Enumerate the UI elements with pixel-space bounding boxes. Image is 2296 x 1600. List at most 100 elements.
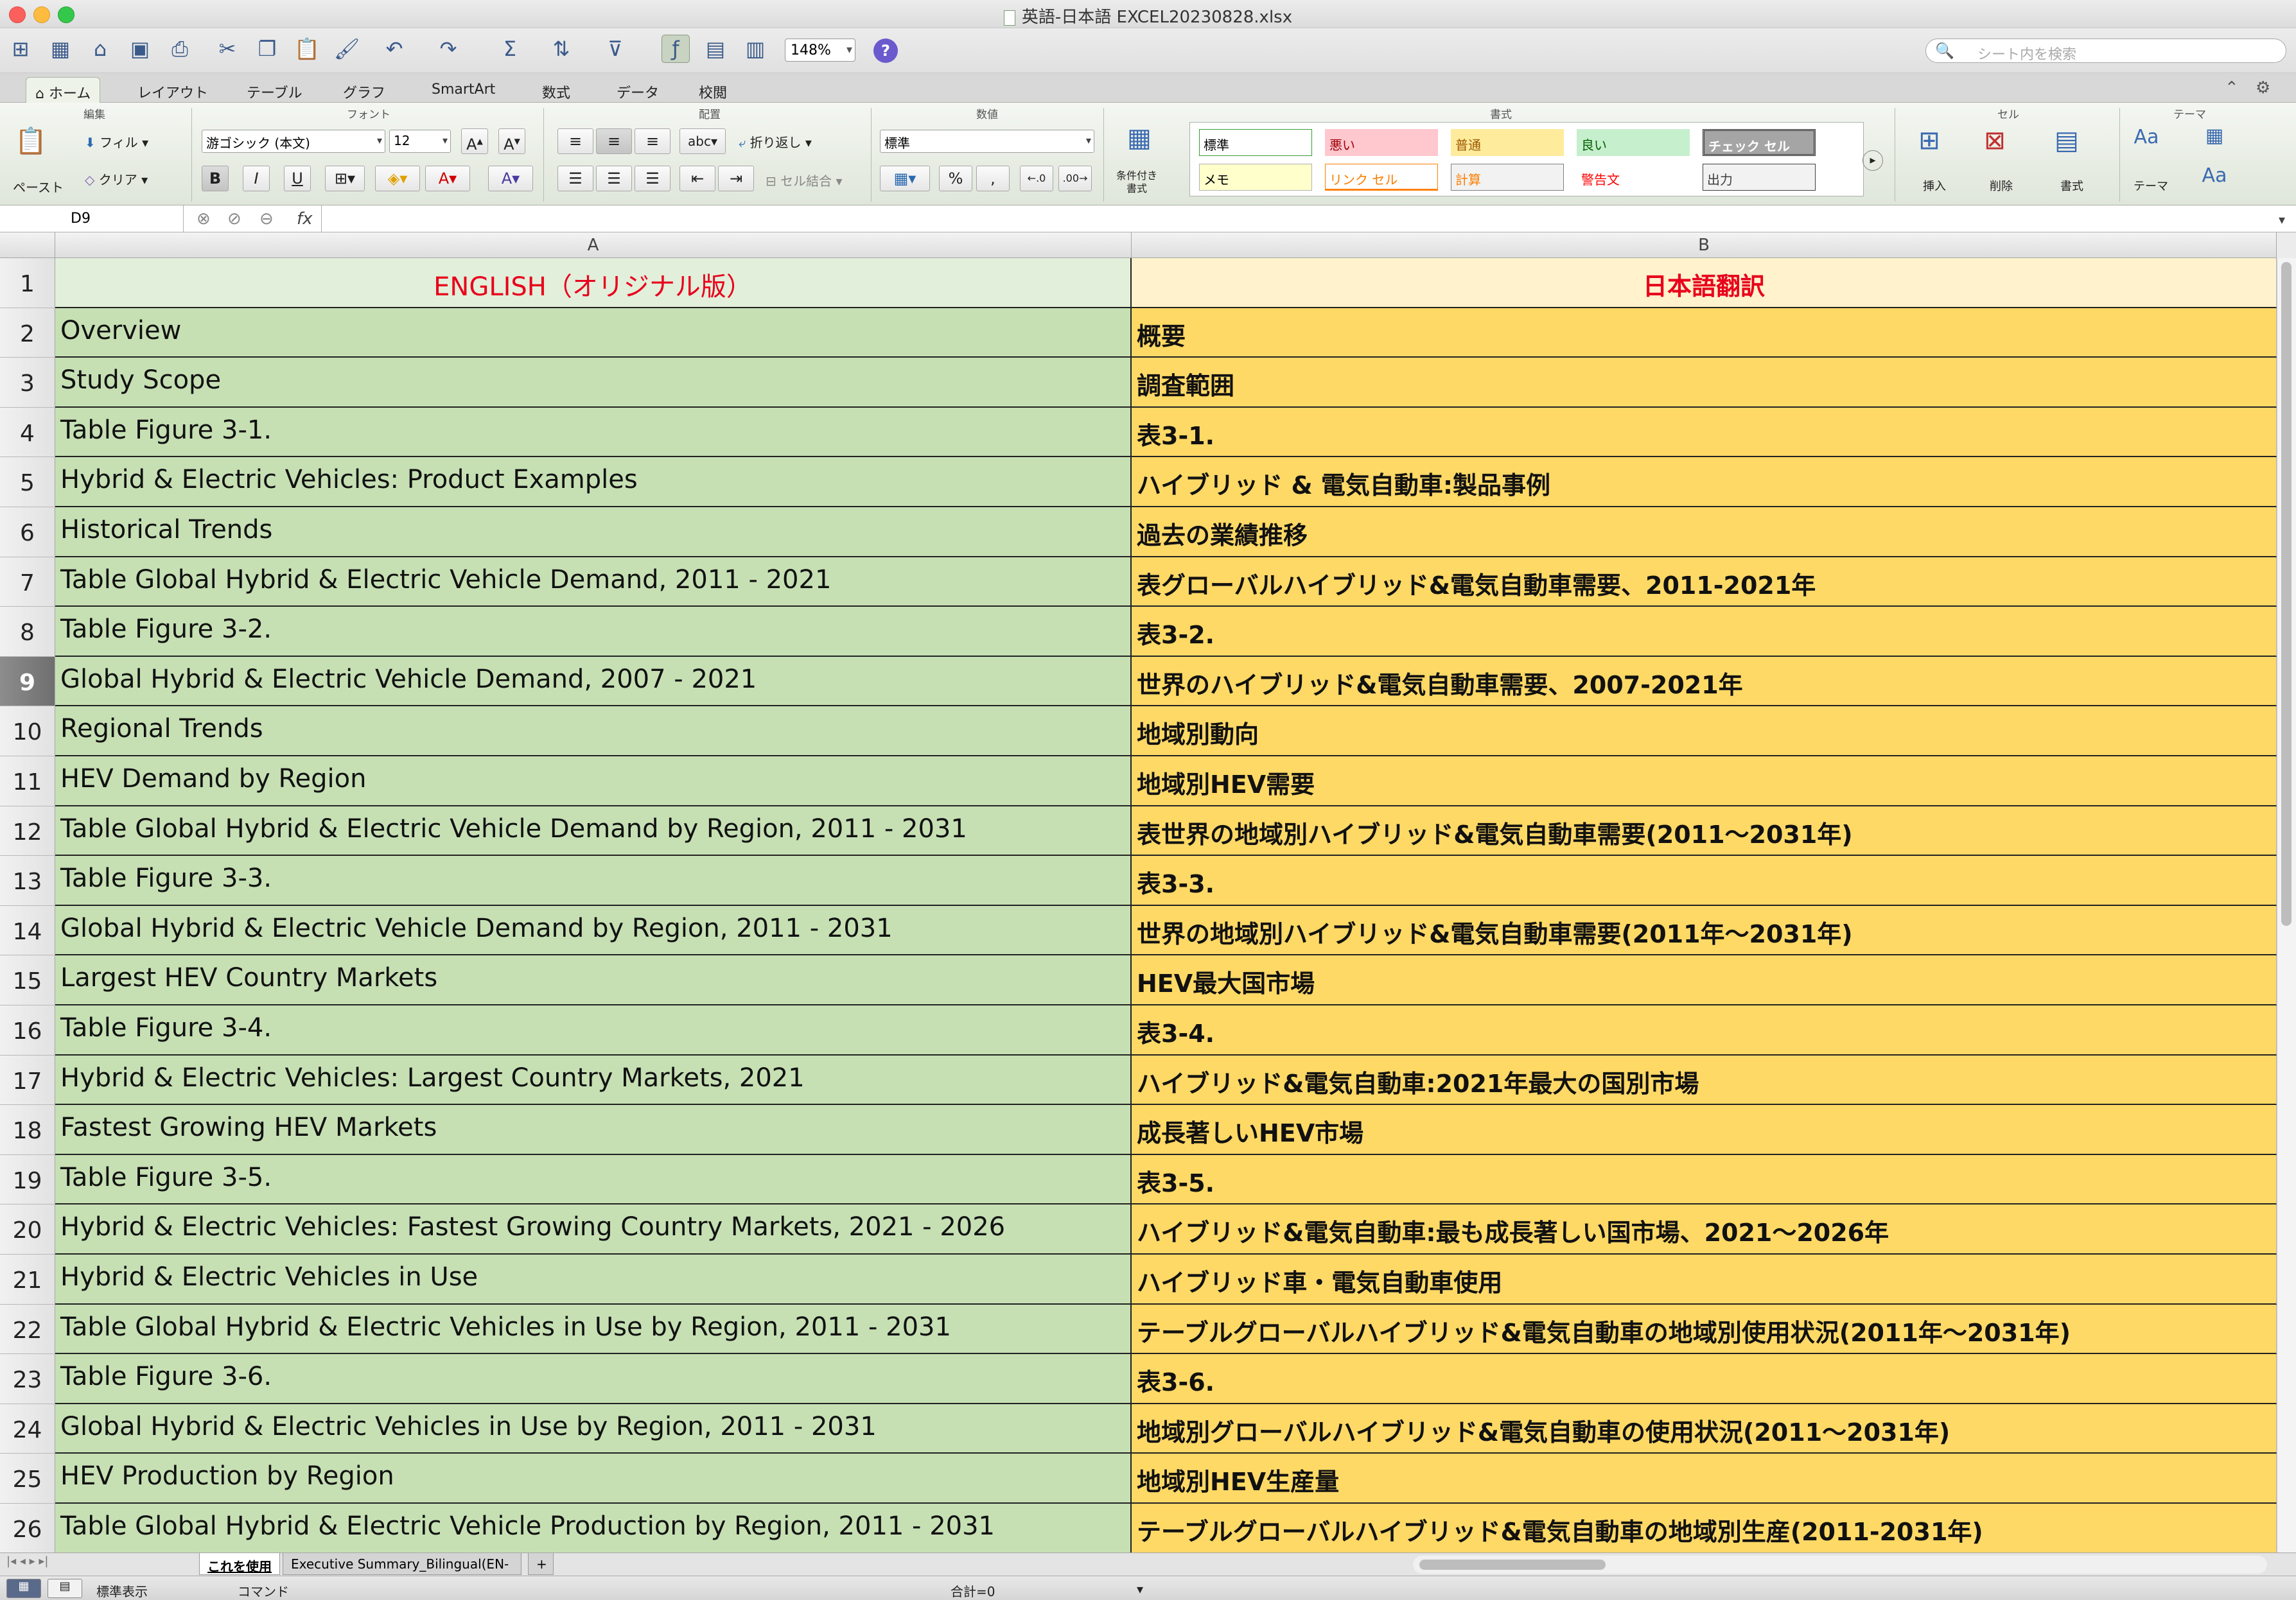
sort-icon[interactable]: ⇅ — [547, 35, 575, 63]
sheet-tab[interactable]: Executive Summary_Bilingual(EN- — [283, 1553, 521, 1575]
merge-cells-button[interactable]: ⊟ セル結合 ▾ — [766, 171, 843, 189]
cell-japanese[interactable]: 表3-3. — [1132, 856, 2277, 906]
paste-icon[interactable]: 📋 — [293, 35, 321, 63]
tab-review[interactable]: 校閲 — [690, 77, 736, 103]
cell-style-option[interactable]: 出力 — [1703, 164, 1816, 191]
filter-icon[interactable]: ⊽ — [601, 35, 629, 63]
decrease-decimal-button[interactable]: .00→ — [1058, 166, 1092, 191]
cell-english[interactable]: HEV Production by Region — [55, 1454, 1132, 1504]
cell-japanese[interactable]: ハイブリッド&電気自動車:2021年最大の国別市場 — [1132, 1055, 2277, 1106]
vertical-scrollbar[interactable] — [2277, 258, 2296, 1552]
theme-colors-icon[interactable]: ▦ — [2195, 125, 2234, 163]
normal-view-button[interactable]: ▦ — [6, 1579, 41, 1598]
cancel-icon[interactable]: ⊗ — [197, 209, 211, 229]
add-sheet-button[interactable]: + — [528, 1553, 554, 1575]
header-cell-japanese[interactable]: 日本語翻訳 — [1132, 258, 2277, 308]
percent-button[interactable]: % — [939, 166, 972, 191]
cell-japanese[interactable]: 世界のハイブリッド&電気自動車需要、2007-2021年 — [1132, 656, 2277, 707]
sum-indicator[interactable]: 合計=0 ▾ — [951, 1581, 1143, 1600]
wrap-text-button[interactable]: ⤶ 折り返し ▾ — [739, 132, 812, 151]
cell-english[interactable]: Hybrid & Electric Vehicles: Product Exam… — [55, 457, 1132, 507]
font-size-select[interactable]: 12 — [389, 130, 451, 153]
cell-english[interactable]: Table Global Hybrid & Electric Vehicle D… — [55, 557, 1132, 607]
row-number[interactable]: 21 — [0, 1255, 55, 1305]
bold-button[interactable]: B — [202, 166, 229, 191]
insert-cells-icon[interactable]: ⊞ — [1910, 126, 1949, 164]
horizontal-scrollbar[interactable] — [1413, 1556, 2267, 1574]
row-number[interactable]: 10 — [0, 706, 55, 756]
format-cells-label[interactable]: 書式 — [2060, 177, 2083, 194]
row-number[interactable]: 3 — [0, 358, 55, 408]
horizontal-scroll-thumb[interactable] — [1419, 1560, 1606, 1570]
row-number[interactable]: 14 — [0, 905, 55, 956]
fill-color-button[interactable]: ◈▾ — [375, 166, 420, 191]
cell-english[interactable]: Table Global Hybrid & Electric Vehicle D… — [55, 806, 1132, 857]
cell-japanese[interactable]: 調査範囲 — [1132, 358, 2277, 408]
collapse-ribbon-icon[interactable]: ⌃ — [2225, 78, 2239, 98]
name-box[interactable]: D9 — [0, 205, 184, 232]
row-number[interactable]: 16 — [0, 1005, 55, 1056]
cell-japanese[interactable]: 表3-6. — [1132, 1354, 2277, 1404]
cell-style-option[interactable]: 良い — [1577, 129, 1690, 156]
enter-icon[interactable]: ⊘ — [227, 209, 241, 229]
row-number[interactable]: 8 — [0, 607, 55, 657]
cell-english[interactable]: HEV Demand by Region — [55, 756, 1132, 806]
cell-japanese[interactable]: ハイブリッド&電気自動車:最も成長著しい国市場、2021～2026年 — [1132, 1204, 2277, 1255]
delete-cells-icon[interactable]: ⊠ — [1976, 126, 2014, 164]
theme-fonts-icon[interactable]: Aa — [2195, 164, 2234, 203]
paste-button-label[interactable]: ペースト — [13, 177, 64, 196]
paste-big-icon[interactable]: 📋 — [12, 126, 50, 164]
decrease-indent-button[interactable]: ⇤ — [679, 166, 715, 191]
row-number[interactable]: 11 — [0, 756, 55, 806]
fx-icon[interactable]: fx — [297, 209, 313, 229]
increase-decimal-button[interactable]: ←.0 — [1020, 166, 1053, 191]
align-left-button[interactable]: ☰ — [557, 166, 593, 191]
row-number[interactable]: 15 — [0, 955, 55, 1005]
cell-english[interactable]: Table Global Hybrid & Electric Vehicle P… — [55, 1504, 1132, 1554]
text-orientation-button[interactable]: abc▾ — [679, 128, 726, 154]
cell-japanese[interactable]: 地域別HEV需要 — [1132, 756, 2277, 806]
cell-japanese[interactable]: 地域別HEV生産量 — [1132, 1454, 2277, 1504]
cell-style-option[interactable]: リンク セル — [1325, 164, 1438, 191]
cell-japanese[interactable]: 表3-1. — [1132, 407, 2277, 458]
tab-tables[interactable]: テーブル — [238, 77, 311, 103]
cell-japanese[interactable]: 成長著しいHEV市場 — [1132, 1105, 2277, 1155]
template-gallery-icon[interactable]: ▦ — [46, 35, 74, 63]
cell-style-option[interactable]: 悪い — [1325, 129, 1438, 156]
align-right-button[interactable]: ☰ — [635, 166, 670, 191]
open-icon[interactable]: ⌂ — [86, 35, 114, 63]
cell-japanese[interactable]: 概要 — [1132, 308, 2277, 358]
themes-icon[interactable]: Aa — [2127, 126, 2166, 164]
row-number[interactable]: 17 — [0, 1055, 55, 1106]
row-number[interactable]: 20 — [0, 1204, 55, 1255]
cell-japanese[interactable]: 表グローバルハイブリッド&電気自動車需要、2011-2021年 — [1132, 557, 2277, 607]
expand-formula-bar-icon[interactable]: ▾ — [2279, 212, 2285, 227]
cell-japanese[interactable]: 地域別グローバルハイブリッド&電気自動車の使用状況(2011～2031年) — [1132, 1404, 2277, 1454]
cell-english[interactable]: Table Figure 3-2. — [55, 607, 1132, 657]
cell-japanese[interactable]: テーブルグローバルハイブリッド&電気自動車の地域別使用状況(2011年～2031… — [1132, 1304, 2277, 1355]
column-header-b[interactable]: B — [1132, 232, 2277, 258]
cell-english[interactable]: Table Global Hybrid & Electric Vehicles … — [55, 1304, 1132, 1355]
cell-english[interactable]: Largest HEV Country Markets — [55, 955, 1132, 1005]
insert-cells-label[interactable]: 挿入 — [1923, 177, 1946, 194]
header-cell-english[interactable]: ENGLISH（オリジナル版） — [55, 258, 1132, 308]
help-icon[interactable]: ? — [873, 39, 898, 63]
cell-japanese[interactable]: 表3-5. — [1132, 1154, 2277, 1205]
cell-english[interactable]: Hybrid & Electric Vehicles in Use — [55, 1255, 1132, 1305]
row-number[interactable]: 6 — [0, 507, 55, 557]
tab-layout[interactable]: レイアウト — [128, 77, 217, 103]
cell-english[interactable]: Overview — [55, 308, 1132, 358]
cell-english[interactable]: Global Hybrid & Electric Vehicles in Use… — [55, 1404, 1132, 1454]
row-number[interactable]: 24 — [0, 1404, 55, 1454]
currency-format-button[interactable]: ▦▾ — [880, 166, 930, 191]
cell-english[interactable]: Hybrid & Electric Vehicles: Largest Coun… — [55, 1055, 1132, 1106]
gallery-toggle-icon[interactable]: ▤ — [701, 35, 730, 63]
cell-japanese[interactable]: 表3-4. — [1132, 1005, 2277, 1056]
font-name-select[interactable]: 游ゴシック (本文) — [202, 130, 385, 153]
cell-english[interactable]: Global Hybrid & Electric Vehicle Demand,… — [55, 656, 1132, 707]
tab-home[interactable]: ⌂ ホーム — [26, 77, 101, 103]
sheet-tab-active[interactable]: これを使用 — [199, 1553, 280, 1575]
row-number[interactable]: 22 — [0, 1304, 55, 1355]
font-color-button[interactable]: A▾ — [425, 166, 470, 191]
cell-english[interactable]: Table Figure 3-6. — [55, 1354, 1132, 1404]
